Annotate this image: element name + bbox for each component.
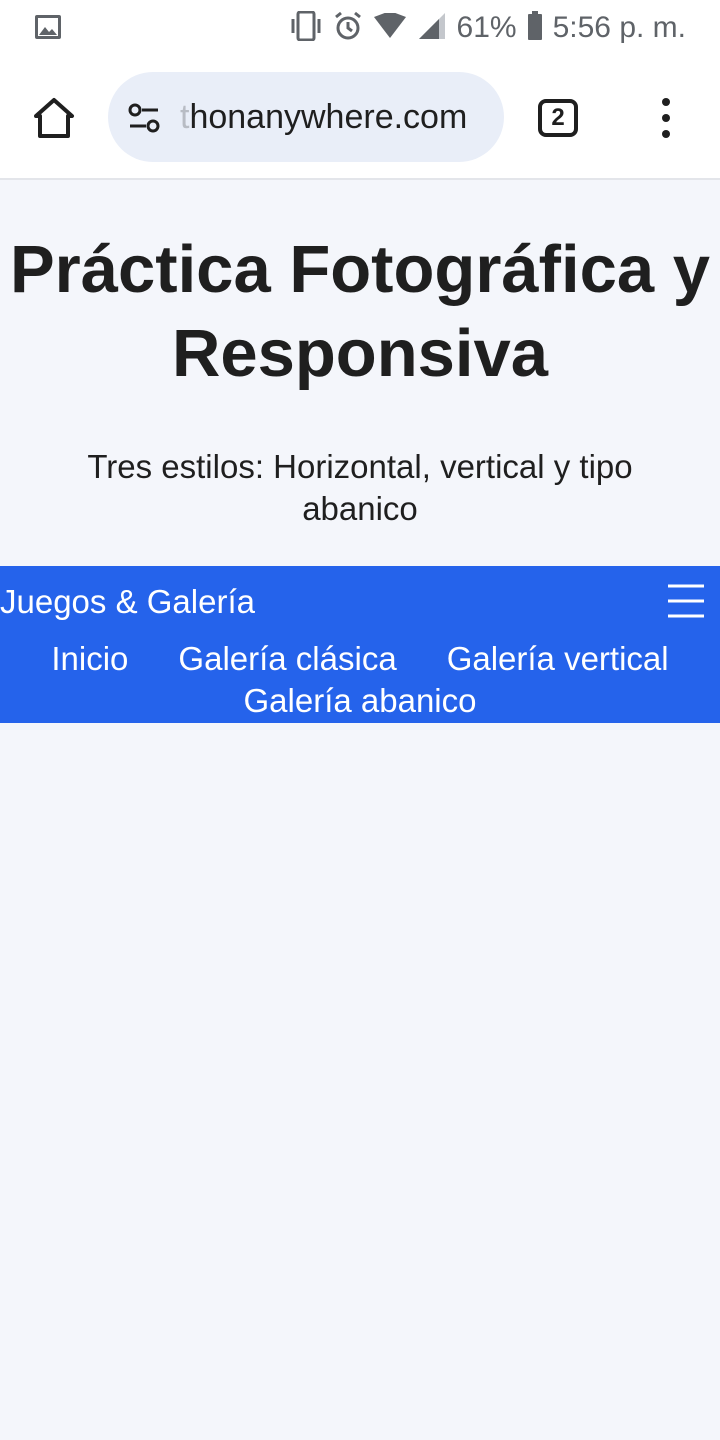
url-main-text: honanywhere.com bbox=[189, 98, 468, 136]
page-title: Práctica Fotográfica y Responsiva bbox=[9, 232, 711, 391]
browser-toolbar: thonanywhere.com 2 bbox=[0, 56, 720, 180]
tune-icon[interactable] bbox=[126, 100, 162, 136]
alarm-icon bbox=[333, 11, 363, 46]
site-brand[interactable]: Juegos & Galería bbox=[0, 580, 255, 624]
nav-link-inicio[interactable]: Inicio bbox=[51, 638, 128, 680]
page-content-area bbox=[0, 723, 720, 1440]
nav-link-galeria-clasica[interactable]: Galería clásica bbox=[178, 638, 396, 680]
status-icons: 61% 5:56 p. m. bbox=[289, 8, 686, 48]
nav-link-galeria-abanico[interactable]: Galería abanico bbox=[244, 680, 477, 722]
wifi-icon bbox=[373, 10, 407, 44]
address-bar[interactable]: thonanywhere.com bbox=[108, 72, 504, 162]
signal-icon bbox=[417, 11, 447, 46]
home-icon[interactable] bbox=[28, 92, 80, 144]
status-bar: 61% 5:56 p. m. bbox=[0, 0, 720, 56]
image-icon bbox=[34, 14, 62, 40]
nav-links: Inicio Galería clásica Galería vertical Gal… bbox=[0, 638, 720, 722]
battery-icon bbox=[527, 10, 543, 46]
more-vert-icon[interactable] bbox=[652, 96, 680, 140]
tab-switcher-button[interactable]: 2 bbox=[538, 99, 578, 137]
site-nav: Juegos & Galería Inicio Galería clásica Ga… bbox=[0, 566, 720, 723]
page-subtitle: Tres estilos: Horizontal, vertical y tip… bbox=[87, 448, 633, 527]
nav-link-galeria-vertical[interactable]: Galería vertical bbox=[447, 638, 669, 680]
hamburger-menu-icon[interactable] bbox=[666, 582, 706, 622]
vibrate-icon bbox=[289, 10, 323, 46]
clock: 5:56 p. m. bbox=[552, 11, 686, 44]
url-text: thonanywhere.com bbox=[180, 72, 492, 162]
battery-percent: 61% bbox=[456, 11, 517, 44]
